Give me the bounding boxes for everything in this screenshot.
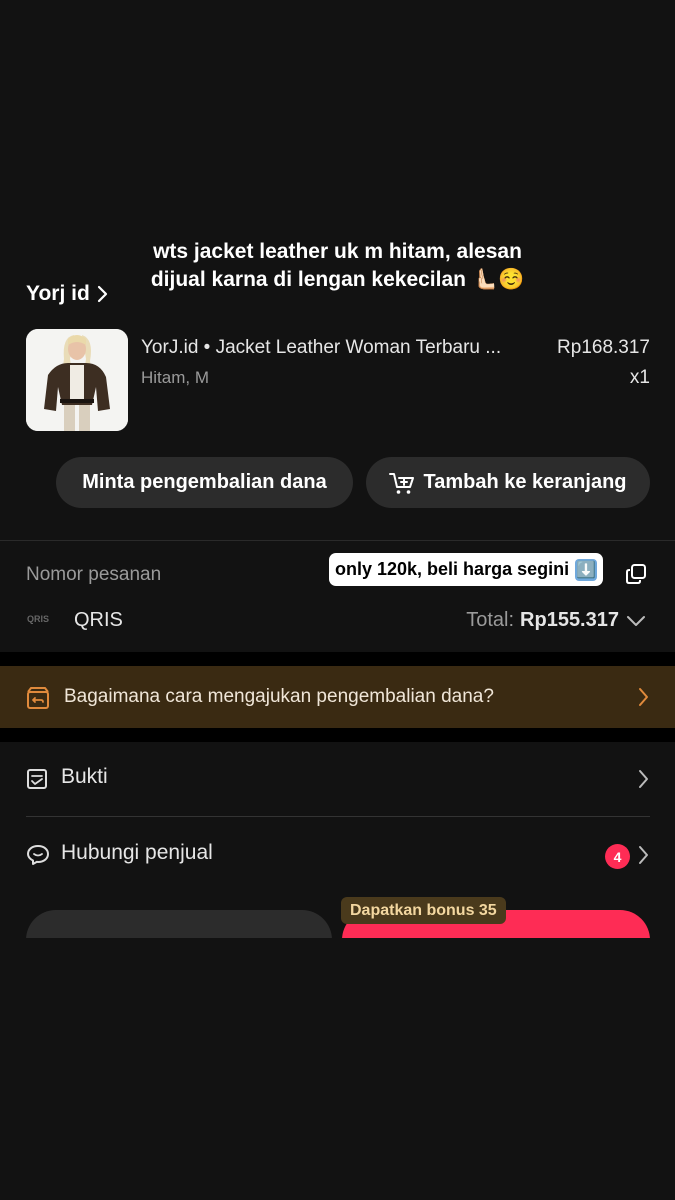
contact-seller-label: Hubungi penjual: [61, 841, 213, 864]
refund-help-text: Bagaimana cara mengajukan pengembalian d…: [64, 686, 494, 707]
product-item[interactable]: YorJ.id • Jacket Leather Woman Terbaru .…: [26, 329, 650, 431]
order-total[interactable]: Total: Rp155.317: [466, 609, 647, 632]
request-refund-label: Minta pengembalian dana: [82, 471, 327, 493]
price-note-text: only 120k, beli harga segini: [335, 559, 570, 579]
product-variant: Hitam, M: [141, 368, 209, 387]
cart-plus-icon: [389, 472, 415, 494]
chat-icon: [27, 845, 49, 865]
proof-label: Bukti: [61, 765, 108, 788]
return-box-icon: [27, 687, 49, 709]
qris-logo: QRIS: [27, 614, 50, 624]
total-label: Total:: [466, 609, 515, 631]
row-divider: [26, 816, 650, 817]
payment-method: QRIS: [74, 609, 123, 631]
refund-help-banner[interactable]: Bagaimana cara mengajukan pengembalian d…: [0, 666, 675, 728]
section-gap: [0, 728, 675, 742]
screen-crop-area: [0, 938, 675, 1200]
jacket-model-image: [26, 329, 128, 431]
add-to-cart-label: Tambah ke keranjang: [423, 471, 627, 493]
chevron-right-icon: [639, 770, 648, 788]
chevron-right-icon: [639, 688, 648, 706]
unread-count-badge: 4: [605, 844, 630, 869]
store-link[interactable]: Yorj id: [26, 282, 108, 306]
down-arrow-emoji: ⬇️: [575, 558, 598, 581]
order-detail-screen: wts jacket leather uk m hitam, alesan di…: [0, 0, 675, 1200]
store-name: Yorj id: [26, 282, 90, 305]
contact-seller-row[interactable]: Hubungi penjual 4: [0, 826, 675, 886]
receipt-check-icon: [27, 769, 47, 789]
section-divider: [0, 540, 675, 541]
proof-row[interactable]: Bukti: [0, 750, 675, 810]
total-value: Rp155.317: [520, 609, 619, 631]
product-quantity: x1: [629, 367, 650, 388]
copy-icon[interactable]: [625, 563, 647, 585]
chevron-right-icon: [639, 846, 648, 864]
product-thumbnail[interactable]: [26, 329, 128, 431]
chevron-down-icon: [627, 615, 645, 626]
add-to-cart-button[interactable]: Tambah ke keranjang: [366, 457, 650, 508]
product-title: YorJ.id • Jacket Leather Woman Terbaru .…: [141, 337, 502, 358]
product-price: Rp168.317: [557, 337, 650, 358]
bonus-tag: Dapatkan bonus 35: [341, 897, 506, 924]
request-refund-button[interactable]: Minta pengembalian dana: [56, 457, 353, 508]
chevron-right-icon: [97, 285, 107, 303]
caption-line-1: wts jacket leather uk m hitam, alesan: [153, 240, 522, 263]
price-note-sticker: only 120k, beli harga segini ⬇️: [329, 553, 604, 586]
order-number-label: Nomor pesanan: [26, 564, 162, 585]
section-gap: [0, 652, 675, 666]
